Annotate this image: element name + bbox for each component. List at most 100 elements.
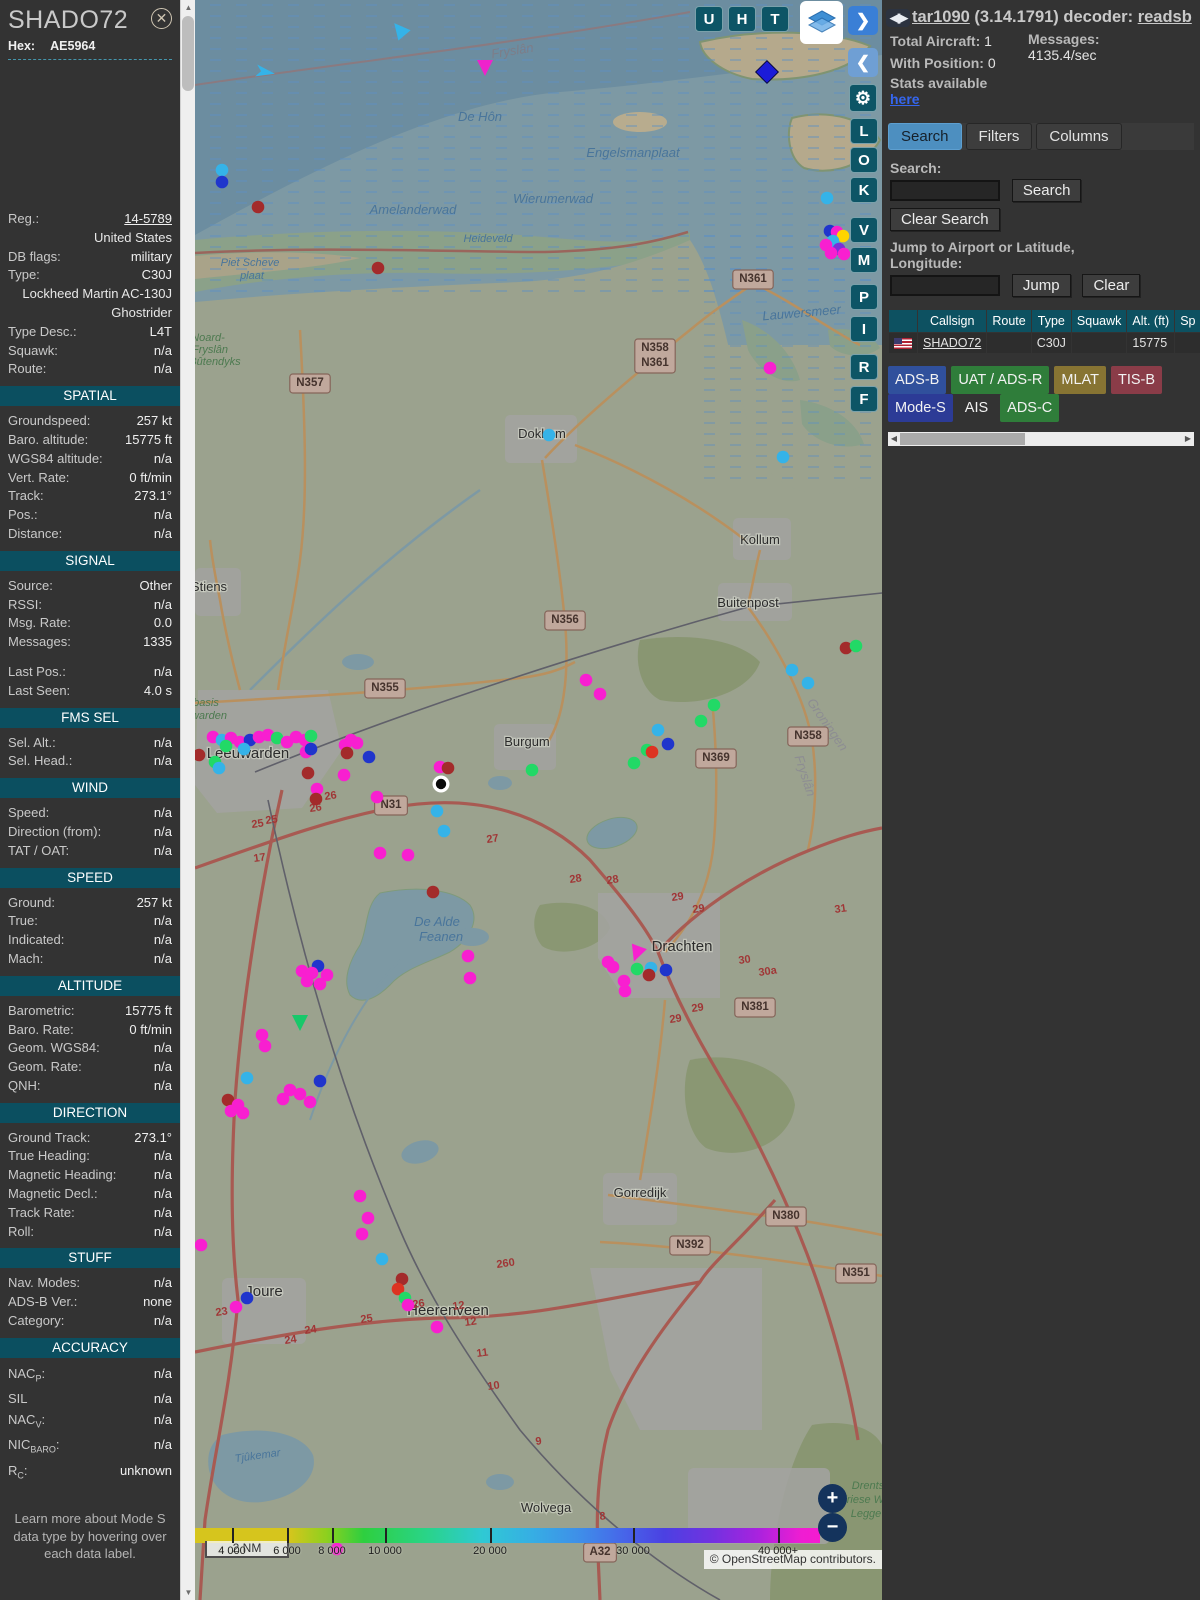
map-button-U[interactable]: U	[695, 6, 723, 32]
aircraft-dot[interactable]	[355, 1227, 369, 1241]
table-header-cell[interactable]	[889, 310, 917, 332]
aircraft-dot[interactable]	[215, 175, 229, 189]
aircraft-dot[interactable]	[371, 261, 385, 275]
aircraft-dot[interactable]	[430, 1320, 444, 1334]
aircraft-dot[interactable]	[370, 790, 384, 804]
sidebar-scrollbar[interactable]: ▲ ▼	[180, 0, 195, 1600]
aircraft-dot[interactable]	[579, 673, 593, 687]
gear-icon[interactable]: ⚙	[849, 84, 877, 112]
clear-search-button[interactable]: Clear Search	[890, 208, 1000, 231]
aircraft-dot[interactable]	[785, 663, 799, 677]
aircraft-dot[interactable]	[236, 1106, 250, 1120]
aircraft-dot[interactable]	[215, 163, 229, 177]
zoom-in-button[interactable]: +	[818, 1484, 847, 1513]
table-header-cell[interactable]: Type	[1031, 310, 1071, 332]
aircraft-dot[interactable]	[401, 848, 415, 862]
panel-collapse-icon[interactable]: ◀▶	[886, 9, 910, 27]
search-input[interactable]	[890, 180, 1000, 201]
aircraft-dot[interactable]	[837, 247, 851, 261]
aircraft-dot[interactable]	[301, 766, 315, 780]
filter-badge-ads-b[interactable]: ADS-B	[888, 366, 947, 394]
aircraft-dot[interactable]	[441, 761, 455, 775]
aircraft-dot[interactable]	[219, 739, 233, 753]
aircraft-dot[interactable]	[606, 960, 620, 974]
aircraft-dot[interactable]	[258, 1039, 272, 1053]
aircraft-dot[interactable]	[362, 750, 376, 764]
aircraft-dot[interactable]	[309, 792, 323, 806]
filter-badge-mode-s[interactable]: Mode-S	[888, 394, 953, 422]
aircraft-dot[interactable]	[645, 745, 659, 759]
aircraft-dot[interactable]	[430, 804, 444, 818]
aircraft-dot[interactable]	[240, 1291, 254, 1305]
close-icon[interactable]: ✕	[151, 8, 172, 29]
map-button-O[interactable]: O	[850, 147, 878, 173]
aircraft-dot[interactable]	[373, 846, 387, 860]
table-horizontal-scrollbar[interactable]: ◀ ▶	[888, 432, 1194, 446]
aircraft-dot[interactable]	[313, 977, 327, 991]
aircraft-dot[interactable]	[350, 736, 364, 750]
aircraft-dot[interactable]	[353, 1189, 367, 1203]
aircraft-dot[interactable]	[195, 1238, 208, 1252]
aircraft-dot[interactable]	[212, 761, 226, 775]
aircraft-dot[interactable]	[340, 746, 354, 760]
aircraft-dot[interactable]	[240, 1071, 254, 1085]
map-button-M[interactable]: M	[850, 247, 878, 273]
detail-value[interactable]: 14-5789	[124, 210, 172, 229]
aircraft-dot[interactable]	[776, 450, 790, 464]
scroll-right-icon[interactable]: ▶	[1182, 432, 1194, 446]
scroll-up-icon[interactable]: ▲	[181, 0, 196, 15]
map-button-H[interactable]: H	[728, 6, 756, 32]
collapse-left-icon[interactable]: ❮	[848, 48, 878, 77]
aircraft-dot[interactable]	[229, 1300, 243, 1314]
table-header-cell[interactable]: Alt. (ft)	[1127, 310, 1175, 332]
collapse-right-icon[interactable]: ❯	[848, 6, 878, 35]
aircraft-dot[interactable]	[426, 885, 440, 899]
tab-filters[interactable]: Filters	[965, 123, 1033, 150]
map-button-F[interactable]: F	[850, 386, 878, 412]
aircraft-dot[interactable]	[461, 949, 475, 963]
layers-button[interactable]	[800, 1, 843, 44]
aircraft-dot[interactable]	[463, 971, 477, 985]
callsign-cell[interactable]: SHADO72	[918, 333, 987, 353]
table-row[interactable]: SHADO72 C30J 15775	[889, 333, 1200, 353]
aircraft-dot[interactable]	[304, 742, 318, 756]
map-button-P[interactable]: P	[850, 284, 878, 310]
jump-button[interactable]: Jump	[1011, 274, 1071, 297]
table-header-cell[interactable]: Route	[987, 310, 1031, 332]
aircraft-dot[interactable]	[375, 1252, 389, 1266]
aircraft-dot[interactable]	[820, 191, 834, 205]
aircraft-dot[interactable]	[593, 687, 607, 701]
aircraft-dot[interactable]	[303, 1095, 317, 1109]
readsb-link[interactable]: readsb	[1138, 8, 1192, 26]
aircraft-dot[interactable]	[824, 246, 838, 260]
aircraft-dot[interactable]	[401, 1298, 415, 1312]
aircraft-dot[interactable]	[630, 962, 644, 976]
aircraft-dot[interactable]	[659, 963, 673, 977]
aircraft-dot[interactable]	[437, 824, 451, 838]
tab-columns[interactable]: Columns	[1036, 123, 1122, 150]
aircraft-dot[interactable]	[293, 1087, 307, 1101]
filter-badge-mlat[interactable]: MLAT	[1054, 366, 1106, 394]
aircraft-dot[interactable]	[525, 763, 539, 777]
aircraft-dot[interactable]	[224, 1104, 238, 1118]
zoom-out-button[interactable]: −	[818, 1513, 847, 1542]
filter-badge-ads-c[interactable]: ADS-C	[1000, 394, 1060, 422]
aircraft-dot[interactable]	[642, 968, 656, 982]
aircraft-dot[interactable]	[618, 984, 632, 998]
jump-clear-button[interactable]: Clear	[1082, 274, 1141, 297]
map-button-T[interactable]: T	[761, 6, 789, 32]
tar1090-link[interactable]: tar1090	[912, 8, 970, 26]
aircraft-dot[interactable]	[849, 639, 863, 653]
scrollbar-thumb[interactable]	[182, 16, 194, 91]
aircraft-dot[interactable]	[337, 768, 351, 782]
table-header-cell[interactable]: Callsign	[918, 310, 987, 332]
filter-badge-ais[interactable]: AIS	[958, 394, 995, 422]
aircraft-dot[interactable]	[763, 361, 777, 375]
scroll-down-icon[interactable]: ▼	[181, 1585, 196, 1600]
aircraft-dot[interactable]	[694, 714, 708, 728]
table-header-cell[interactable]: Squawk	[1071, 310, 1127, 332]
aircraft-dot[interactable]	[237, 742, 251, 756]
aircraft-dot[interactable]	[276, 1092, 290, 1106]
map-button-V[interactable]: V	[850, 217, 878, 243]
hscrollbar-thumb[interactable]	[900, 433, 1025, 445]
